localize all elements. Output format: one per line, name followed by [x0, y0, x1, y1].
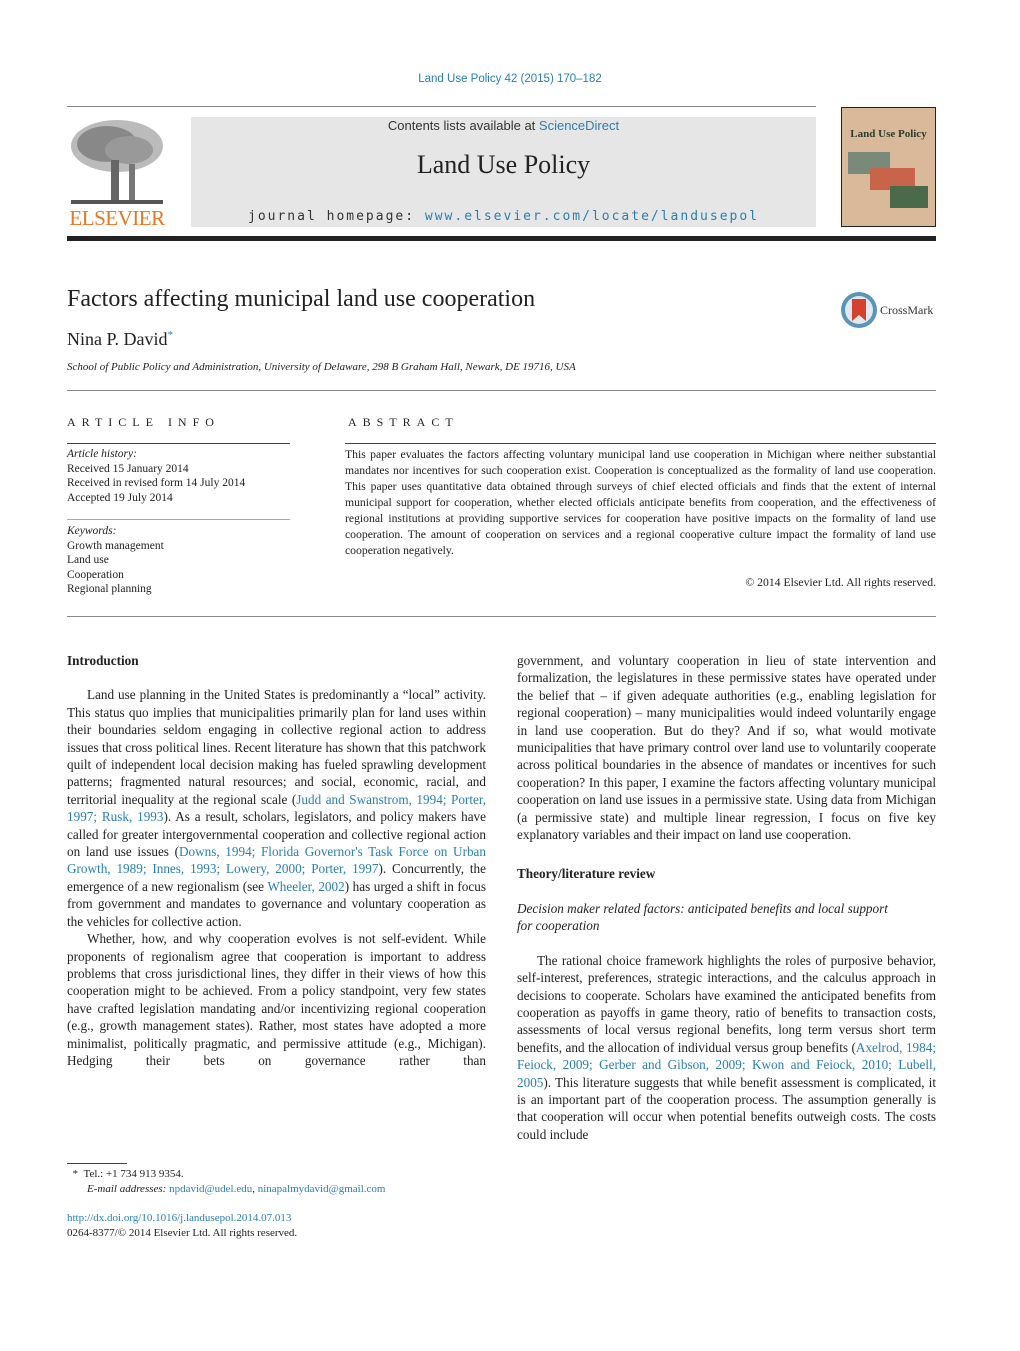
keyword: Regional planning	[67, 583, 152, 595]
keyword: Cooperation	[67, 568, 124, 581]
history-label: Article history:	[67, 448, 137, 460]
citation-link[interactable]: Wheeler, 2002	[267, 879, 344, 894]
divider	[345, 443, 936, 444]
article-title: Factors affecting municipal land use coo…	[67, 286, 536, 312]
section-heading-introduction: Introduction	[67, 653, 139, 668]
homepage-prefix: journal homepage:	[248, 209, 425, 224]
abstract-text: This paper evaluates the factors affecti…	[345, 448, 936, 557]
body-column-right: government, and voluntary cooperation in…	[517, 652, 936, 1143]
crossmark-icon[interactable]	[840, 291, 878, 329]
body-column-left: Introduction Land use planning in the Un…	[67, 652, 486, 1069]
author: Nina P. David	[67, 329, 168, 349]
paragraph: government, and voluntary cooperation in…	[517, 653, 936, 843]
keywords-label: Keywords:	[67, 525, 117, 537]
author-affiliation: School of Public Policy and Administrati…	[67, 361, 576, 373]
paragraph: Land use planning in the United States i…	[67, 686, 486, 930]
contents-line: Contents lists available at ScienceDirec…	[191, 118, 816, 133]
crossmark-label[interactable]: CrossMark	[880, 303, 933, 318]
contents-prefix: Contents lists available at	[387, 118, 539, 133]
homepage-line: journal homepage: www.elsevier.com/locat…	[191, 209, 816, 224]
journal-cover-image[interactable]: Land Use Policy	[841, 107, 936, 227]
paragraph: Whether, how, and why cooperation evolve…	[67, 931, 486, 1068]
paragraph: The rational choice framework highlights…	[517, 952, 936, 1143]
history-revised: Received in revised form 14 July 2014	[67, 477, 246, 489]
elsevier-logo-text: ELSEVIER	[69, 206, 165, 230]
footnote-mark: *	[72, 1168, 79, 1180]
abstract-copyright: © 2014 Elsevier Ltd. All rights reserved…	[745, 576, 936, 589]
journal-citation-link[interactable]: Land Use Policy 42 (2015) 170–182	[0, 73, 1020, 85]
abstract-heading: ABSTRACT	[348, 415, 459, 429]
email-link[interactable]: npdavid@udel.edu	[169, 1183, 252, 1195]
homepage-link[interactable]: www.elsevier.com/locate/landusepol	[425, 209, 759, 224]
history-accepted: Accepted 19 July 2014	[67, 491, 173, 504]
issn-copyright: 0264-8377/© 2014 Elsevier Ltd. All right…	[67, 1227, 298, 1239]
footnote-emails: E-mail addresses: npdavid@udel.edu, nina…	[87, 1183, 386, 1195]
keyword: Growth management	[67, 539, 164, 552]
divider	[67, 106, 816, 107]
doi-link[interactable]: http://dx.doi.org/10.1016/j.landusepol.2…	[67, 1211, 297, 1226]
article-info-heading: ARTICLE INFO	[67, 415, 220, 429]
footnote-tel: * Tel.: +1 734 913 9354.	[67, 1167, 385, 1182]
author-footnote-mark[interactable]: *	[168, 329, 174, 341]
sciencedirect-link[interactable]: ScienceDirect	[539, 118, 619, 133]
keyword: Land use	[67, 554, 109, 566]
history-received: Received 15 January 2014	[67, 462, 189, 475]
section-heading-theory: Theory/literature review	[517, 866, 656, 882]
divider	[67, 519, 290, 520]
text: ). This literature suggests that while b…	[517, 1074, 936, 1142]
header-rule	[67, 236, 936, 241]
journal-title: Land Use Policy	[416, 150, 591, 179]
subsection-heading: Decision maker related factors: anticipa…	[517, 900, 888, 934]
divider	[67, 616, 936, 617]
divider	[67, 443, 290, 444]
keywords: Keywords: Growth management Land use Coo…	[67, 524, 164, 597]
email-link[interactable]: ninapalmydavid@gmail.com	[258, 1183, 386, 1195]
article-history: Article history: Received 15 January 201…	[67, 447, 245, 505]
footnote-rule	[67, 1163, 127, 1164]
author-name: Nina P. David*	[67, 329, 173, 350]
email-label: E-mail addresses:	[87, 1183, 167, 1195]
cover-photo-3	[890, 186, 928, 208]
text: Land use planning in the United States i…	[67, 687, 486, 807]
tel: Tel.: +1 734 913 9354.	[83, 1168, 184, 1180]
doi-block: http://dx.doi.org/10.1016/j.landusepol.2…	[67, 1211, 297, 1241]
divider	[67, 390, 936, 391]
cover-title: Land Use Policy	[850, 128, 927, 140]
footnote: * Tel.: +1 734 913 9354. E-mail addresse…	[67, 1167, 386, 1197]
